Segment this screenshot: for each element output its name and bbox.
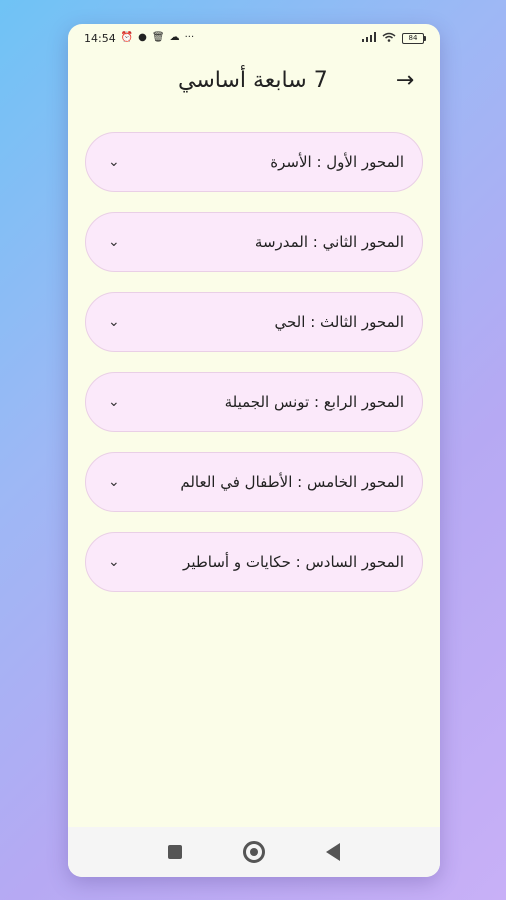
chapter-label: المحور السادس : حكايات و أساطير (183, 553, 404, 571)
system-nav-bar (68, 827, 440, 877)
chevron-down-icon: ⌄ (108, 234, 120, 250)
signal-icon (362, 31, 376, 45)
alarm-icon: ⏰ (120, 32, 134, 43)
chevron-down-icon: ⌄ (108, 554, 120, 570)
status-left: 14:54 ⏰ ● 🗑 ☁ ··· (84, 32, 194, 45)
home-button[interactable] (242, 841, 265, 863)
status-right: 84 (362, 31, 426, 45)
trash-icon: 🗑 (151, 32, 165, 43)
status-time: 14:54 (84, 31, 116, 45)
chapter-label: المحور الخامس : الأطفال في العالم (180, 473, 404, 491)
chapter-label: المحور الثاني : المدرسة (254, 233, 404, 251)
top-app-bar: 7 سابعة أساسي → (68, 52, 440, 108)
chapter-label: المحور الأول : الأسرة (270, 153, 404, 171)
battery-level: 84 (408, 33, 418, 42)
phone-screen: 14:54 ⏰ ● 🗑 ☁ ··· 84 7 سابعة أساسي → ⌄ ا… (68, 24, 440, 877)
chevron-down-icon: ⌄ (108, 394, 120, 410)
page-title: 7 سابعة أساسي (178, 67, 328, 93)
chapter-label: المحور الثالث : الحي (274, 313, 405, 331)
nav-back-button[interactable] (325, 843, 340, 861)
chapter-item-4[interactable]: ⌄ المحور الرابع : تونس الجميلة (85, 372, 423, 432)
cloud-icon: ☁ (169, 32, 180, 43)
battery-icon: 84 (402, 32, 426, 44)
chevron-down-icon: ⌄ (108, 154, 120, 170)
wifi-icon (382, 32, 396, 45)
chapter-item-2[interactable]: ⌄ المحور الثاني : المدرسة (85, 212, 423, 272)
chevron-down-icon: ⌄ (108, 474, 120, 490)
chapter-item-6[interactable]: ⌄ المحور السادس : حكايات و أساطير (85, 532, 423, 592)
chapter-item-3[interactable]: ⌄ المحور الثالث : الحي (85, 292, 423, 352)
recents-button[interactable] (168, 845, 183, 859)
chapter-item-1[interactable]: ⌄ المحور الأول : الأسرة (85, 132, 423, 192)
chevron-down-icon: ⌄ (108, 314, 120, 330)
chapter-label: المحور الرابع : تونس الجميلة (224, 393, 404, 411)
chapter-item-5[interactable]: ⌄ المحور الخامس : الأطفال في العالم (85, 452, 423, 512)
messenger-icon: ● (138, 32, 147, 43)
status-bar: 14:54 ⏰ ● 🗑 ☁ ··· 84 (68, 24, 440, 52)
more-icon: ··· (184, 32, 195, 43)
arrow-right-icon: → (395, 67, 415, 93)
back-button[interactable]: → (392, 67, 418, 93)
chapter-list: ⌄ المحور الأول : الأسرة ⌄ المحور الثاني … (85, 132, 423, 612)
